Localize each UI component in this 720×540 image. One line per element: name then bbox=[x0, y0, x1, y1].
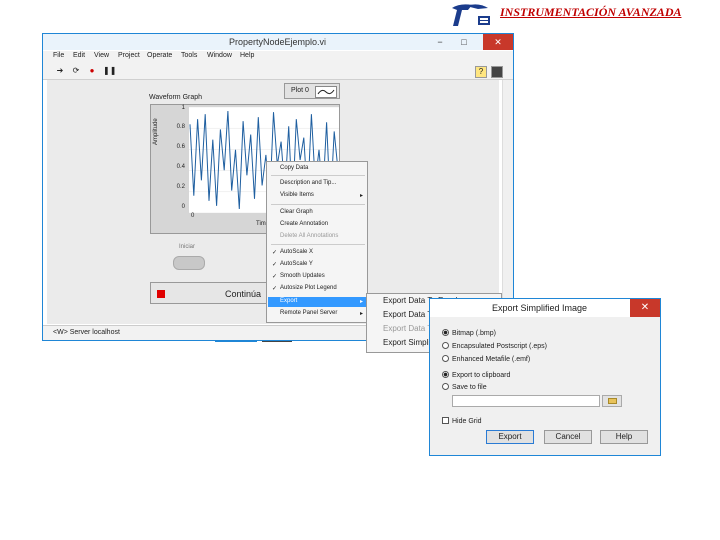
continue-label: Continúa bbox=[225, 289, 262, 299]
menu-project[interactable]: Project bbox=[118, 52, 140, 59]
y-axis-label: Amplitude bbox=[153, 118, 159, 145]
run-arrow-icon[interactable]: ➔ bbox=[55, 66, 65, 76]
minimize-button[interactable]: − bbox=[429, 34, 451, 50]
vi-icon bbox=[491, 66, 503, 78]
radio-label: Export to clipboard bbox=[452, 372, 511, 379]
close-button[interactable]: ✕ bbox=[483, 34, 513, 50]
check-icon: ✓ bbox=[272, 262, 278, 268]
export-simplified-image-dialog: Export Simplified Image ✕ Bitmap (.bmp) … bbox=[429, 298, 661, 456]
y-tick: 0 bbox=[181, 204, 185, 210]
y-tick: 0.4 bbox=[176, 164, 185, 170]
checkbox-label: Hide Grid bbox=[452, 418, 482, 425]
hide-grid-checkbox[interactable]: Hide Grid bbox=[442, 417, 482, 425]
dialog-title: Export Simplified Image bbox=[492, 303, 588, 313]
x-axis-label: Tim bbox=[256, 221, 266, 227]
menu-file[interactable]: File bbox=[53, 52, 64, 59]
menu-autoscale-x[interactable]: AutoScale X bbox=[280, 249, 313, 255]
y-tick: 1 bbox=[181, 105, 185, 111]
checkbox-icon bbox=[442, 417, 449, 424]
menu-separator bbox=[271, 244, 365, 245]
graph-context-menu: Copy Data Description and Tip... Visible… bbox=[266, 161, 368, 323]
y-tick: 0.8 bbox=[176, 124, 185, 130]
menu-window[interactable]: Window bbox=[207, 52, 232, 59]
radio-label: Bitmap (.bmp) bbox=[452, 330, 496, 337]
menu-remote-panel-server[interactable]: Remote Panel Server bbox=[280, 310, 337, 316]
radio-selected-icon bbox=[442, 371, 449, 378]
graph-label: Waveform Graph bbox=[149, 94, 203, 101]
menu-create-annotation[interactable]: Create Annotation bbox=[280, 221, 328, 227]
menu-delete-annotations[interactable]: Delete All Annotations bbox=[280, 233, 338, 239]
help-icon[interactable]: ? bbox=[475, 66, 487, 78]
check-icon: ✓ bbox=[272, 286, 278, 292]
maximize-button[interactable]: □ bbox=[453, 34, 475, 50]
submenu-arrow-icon: ▸ bbox=[359, 311, 363, 317]
menu-help[interactable]: Help bbox=[240, 52, 254, 59]
radio-bitmap[interactable]: Bitmap (.bmp) bbox=[442, 329, 496, 337]
menu-autosize-legend[interactable]: Autosize Plot Legend bbox=[280, 285, 337, 291]
menu-bar: File Edit View Project Operate Tools Win… bbox=[43, 51, 513, 63]
radio-label: Save to file bbox=[452, 384, 487, 391]
radio-label: Enhanced Metafile (.emf) bbox=[452, 356, 531, 363]
file-path-input[interactable] bbox=[452, 395, 600, 407]
menu-operate[interactable]: Operate bbox=[147, 52, 172, 59]
run-continuously-icon[interactable]: ⟳ bbox=[71, 66, 81, 76]
toolbar: ➔ ⟳ ● ❚❚ ? bbox=[43, 63, 513, 80]
tecnologico-logo-icon bbox=[452, 4, 490, 26]
plot-legend-label: Plot 0 bbox=[291, 87, 309, 94]
menu-clear-graph[interactable]: Clear Graph bbox=[280, 209, 313, 215]
radio-icon bbox=[442, 342, 449, 349]
radio-icon bbox=[442, 355, 449, 362]
window-titlebar[interactable]: PropertyNodeEjemplo.vi − □ ✕ bbox=[43, 34, 513, 50]
menu-export[interactable]: Export bbox=[280, 298, 297, 304]
menu-copy-data[interactable]: Copy Data bbox=[280, 165, 308, 171]
cancel-button[interactable]: Cancel bbox=[544, 430, 592, 444]
menu-separator bbox=[271, 204, 365, 205]
check-icon: ✓ bbox=[272, 274, 278, 280]
dialog-close-button[interactable]: ✕ bbox=[630, 299, 660, 317]
menu-smooth-updates[interactable]: Smooth Updates bbox=[280, 273, 325, 279]
window-title: PropertyNodeEjemplo.vi bbox=[229, 37, 327, 47]
radio-eps[interactable]: Encapsulated Postscript (.eps) bbox=[442, 342, 547, 350]
x-tick: 0 bbox=[191, 213, 195, 219]
stop-led-icon bbox=[157, 290, 165, 298]
menu-description-tip[interactable]: Description and Tip... bbox=[280, 180, 336, 186]
radio-emf[interactable]: Enhanced Metafile (.emf) bbox=[442, 355, 530, 363]
menu-tools[interactable]: Tools bbox=[181, 52, 197, 59]
export-button[interactable]: Export bbox=[486, 430, 534, 444]
abort-icon[interactable]: ● bbox=[87, 66, 97, 76]
plot-line-icon bbox=[315, 86, 337, 98]
continue-button[interactable]: Continúa bbox=[150, 282, 280, 304]
submenu-arrow-icon: ▸ bbox=[359, 193, 363, 199]
taskbar-fragment bbox=[215, 341, 257, 345]
radio-export-clipboard[interactable]: Export to clipboard bbox=[442, 371, 510, 379]
folder-icon bbox=[608, 398, 617, 404]
pause-icon[interactable]: ❚❚ bbox=[103, 66, 116, 76]
radio-label: Encapsulated Postscript (.eps) bbox=[452, 343, 547, 350]
radio-save-file[interactable]: Save to file bbox=[442, 383, 487, 391]
radio-selected-icon bbox=[442, 329, 449, 336]
status-text: <W> Server localhost bbox=[53, 329, 120, 336]
vertical-scrollbar[interactable] bbox=[502, 80, 513, 324]
check-icon: ✓ bbox=[272, 250, 278, 256]
browse-button[interactable] bbox=[602, 395, 622, 407]
radio-icon bbox=[442, 383, 449, 390]
slide-title: INSTRUMENTACIÓN AVANZADA bbox=[500, 5, 682, 19]
menu-separator bbox=[271, 175, 365, 176]
dialog-titlebar[interactable]: Export Simplified Image ✕ bbox=[430, 299, 660, 317]
taskbar-fragment bbox=[262, 341, 292, 345]
y-tick: 0.2 bbox=[176, 184, 185, 190]
help-button[interactable]: Help bbox=[600, 430, 648, 444]
menu-autoscale-y[interactable]: AutoScale Y bbox=[280, 261, 313, 267]
iniciar-label: Iniciar bbox=[179, 244, 196, 250]
y-tick: 0.6 bbox=[176, 144, 185, 150]
menu-view[interactable]: View bbox=[94, 52, 109, 59]
menu-edit[interactable]: Edit bbox=[73, 52, 85, 59]
plot-legend[interactable]: Plot 0 bbox=[284, 83, 340, 99]
iniciar-toggle[interactable] bbox=[173, 256, 205, 270]
menu-visible-items[interactable]: Visible Items bbox=[280, 192, 314, 198]
submenu-arrow-icon: ▸ bbox=[359, 299, 363, 305]
